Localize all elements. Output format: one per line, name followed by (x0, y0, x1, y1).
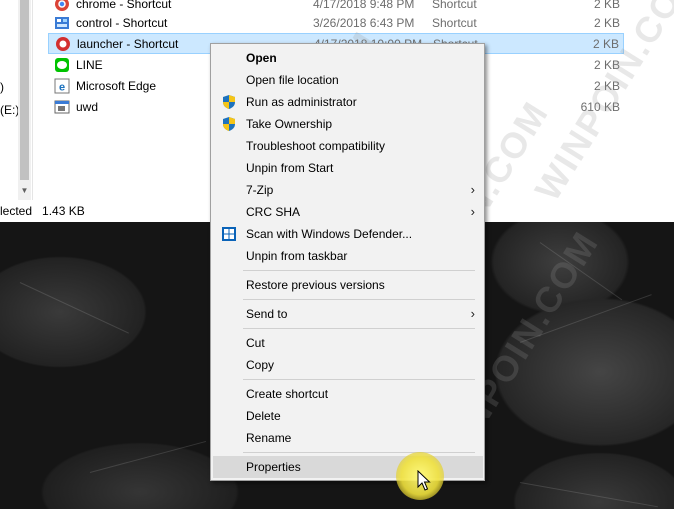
menu-item-open-file-location[interactable]: Open file location (213, 69, 483, 91)
menu-item-delete[interactable]: Delete (213, 405, 483, 427)
menu-item-label: Copy (246, 358, 275, 372)
file-size: 2 KB (593, 0, 620, 11)
menu-item-troubleshoot-compatibility[interactable]: Troubleshoot compatibility (213, 135, 483, 157)
menu-item-take-ownership[interactable]: Take Ownership (213, 113, 483, 135)
context-menu: Open Open file location Run as administr… (210, 43, 485, 481)
menu-item-label: Send to (246, 307, 288, 321)
launcher-icon (55, 36, 71, 52)
menu-item-label: Rename (246, 431, 292, 445)
file-date: 3/26/2018 6:43 PM (313, 15, 415, 30)
menu-item-7zip[interactable]: 7-Zip › (213, 179, 483, 201)
submenu-arrow-icon: › (470, 182, 475, 197)
menu-item-cut[interactable]: Cut (213, 332, 483, 354)
menu-item-label: Delete (246, 409, 281, 423)
file-size: 2 KB (592, 36, 619, 51)
menu-item-label: Unpin from Start (246, 161, 334, 175)
menu-item-label: Troubleshoot compatibility (246, 139, 385, 153)
menu-item-label: Run as administrator (246, 95, 357, 109)
file-size: 2 KB (593, 57, 620, 72)
svg-text:e: e (59, 81, 65, 93)
file-name: chrome - Shortcut (76, 0, 172, 11)
uac-shield-icon (221, 94, 237, 110)
menu-item-unpin-from-taskbar[interactable]: Unpin from taskbar (213, 245, 483, 267)
file-date: 4/17/2018 9:48 PM (313, 0, 415, 11)
leaf-vein (519, 482, 658, 508)
status-selected-text: lected (0, 204, 33, 218)
menu-item-unpin-from-start[interactable]: Unpin from Start (213, 157, 483, 179)
nav-scrollbar-thumb[interactable] (20, 0, 29, 180)
menu-separator (243, 328, 475, 329)
file-size: 2 KB (593, 78, 620, 93)
menu-item-rename[interactable]: Rename (213, 427, 483, 449)
menu-item-crc-sha[interactable]: CRC SHA › (213, 201, 483, 223)
menu-item-label: Take Ownership (246, 117, 333, 131)
menu-item-restore-previous-versions[interactable]: Restore previous versions (213, 274, 483, 296)
menu-item-label: Restore previous versions (246, 278, 385, 292)
leaf-vein (539, 242, 623, 301)
file-size: 610 KB (580, 99, 620, 114)
edge-icon: e (54, 78, 70, 94)
menu-separator (243, 270, 475, 271)
menu-item-open[interactable]: Open (213, 47, 483, 69)
status-selected-size: 1.43 KB (42, 204, 85, 218)
menu-item-copy[interactable]: Copy (213, 354, 483, 376)
file-name: control - Shortcut (76, 15, 168, 30)
file-type: Shortcut (432, 0, 477, 11)
menu-item-label: Create shortcut (246, 387, 329, 401)
scroll-down-arrow-icon[interactable]: ▼ (20, 186, 29, 195)
line-app-icon (54, 57, 70, 73)
menu-item-run-as-administrator[interactable]: Run as administrator (213, 91, 483, 113)
mouse-pointer-icon (417, 469, 431, 492)
menu-separator (243, 452, 475, 453)
menu-item-send-to[interactable]: Send to › (213, 303, 483, 325)
leaf-vein (89, 440, 207, 473)
menu-item-label: Open file location (246, 73, 339, 87)
menu-item-scan-with-defender[interactable]: Scan with Windows Defender... (213, 223, 483, 245)
menu-separator (243, 299, 475, 300)
menu-item-label: Properties (246, 460, 301, 474)
leaf-vein (519, 294, 652, 343)
menu-item-create-shortcut[interactable]: Create shortcut (213, 383, 483, 405)
submenu-arrow-icon: › (470, 306, 475, 321)
control-panel-icon (54, 15, 70, 31)
nav-item-drive-fragment[interactable]: (E:) (0, 103, 19, 117)
application-icon (54, 99, 70, 115)
menu-item-label: 7-Zip (246, 183, 274, 197)
leaf-vein (19, 282, 129, 334)
nav-item-fragment[interactable]: ) (0, 80, 4, 94)
submenu-arrow-icon: › (470, 204, 475, 219)
menu-item-label: Open (246, 51, 277, 65)
windows-defender-icon (221, 226, 237, 242)
menu-item-label: CRC SHA (246, 205, 301, 219)
uac-shield-icon (221, 116, 237, 132)
file-type: Shortcut (432, 15, 477, 30)
menu-item-label: Unpin from taskbar (246, 249, 348, 263)
navigation-pane[interactable]: ) (E:) ▼ (0, 0, 33, 200)
menu-item-label: Scan with Windows Defender... (246, 227, 413, 241)
file-row[interactable]: control - Shortcut 3/26/2018 6:43 PM Sho… (48, 12, 624, 33)
file-size: 2 KB (593, 15, 620, 30)
menu-item-label: Cut (246, 336, 265, 350)
menu-separator (243, 379, 475, 380)
chrome-shortcut-icon (54, 0, 70, 12)
